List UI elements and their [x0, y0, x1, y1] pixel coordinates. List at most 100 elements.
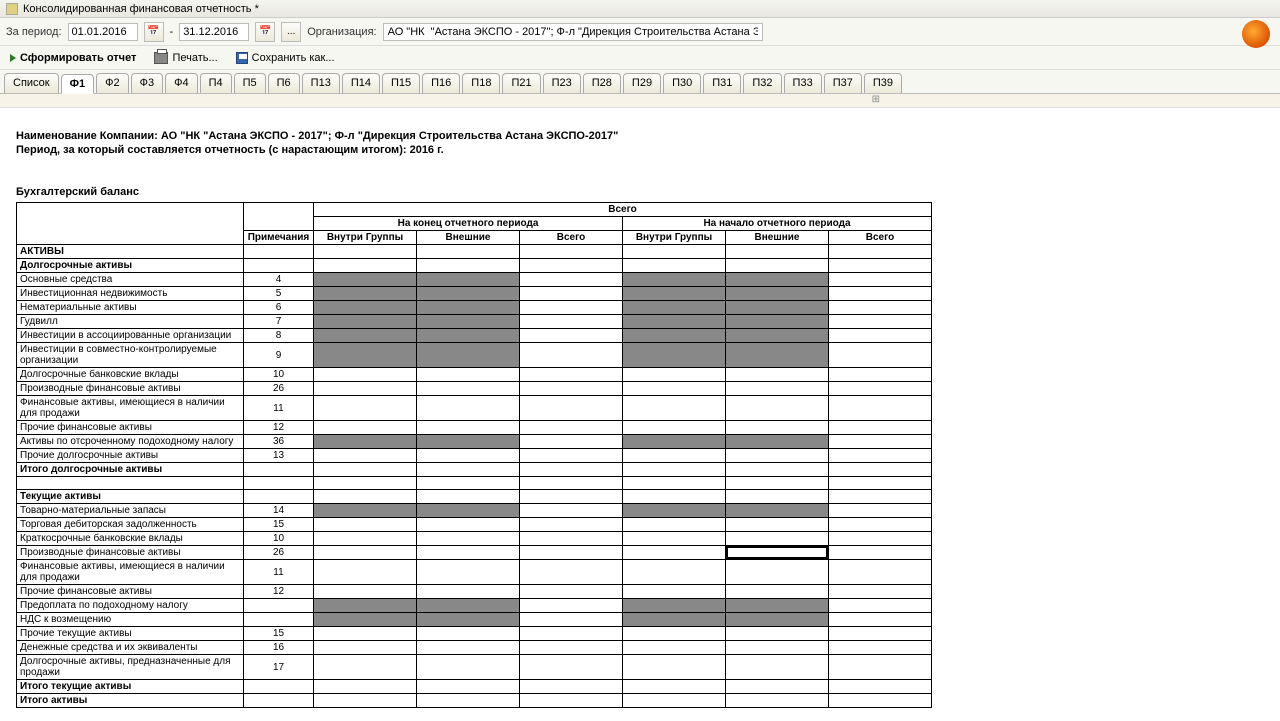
cell[interactable]: [623, 680, 726, 694]
cell[interactable]: [726, 273, 829, 287]
cell[interactable]: [314, 518, 417, 532]
cell[interactable]: [623, 449, 726, 463]
cell[interactable]: [520, 421, 623, 435]
cell[interactable]: [314, 613, 417, 627]
cell[interactable]: [829, 273, 932, 287]
tab-Ф4[interactable]: Ф4: [165, 73, 197, 93]
cell[interactable]: [314, 477, 417, 490]
cell[interactable]: [829, 599, 932, 613]
cell[interactable]: [829, 490, 932, 504]
cell[interactable]: [417, 421, 520, 435]
date-to-calendar-button[interactable]: 📅: [255, 22, 275, 42]
cell[interactable]: [829, 343, 932, 368]
tab-П13[interactable]: П13: [302, 73, 340, 93]
cell[interactable]: [829, 477, 932, 490]
cell[interactable]: [829, 301, 932, 315]
cell[interactable]: [623, 546, 726, 560]
cell[interactable]: [417, 382, 520, 396]
cell[interactable]: [520, 301, 623, 315]
cell[interactable]: [417, 368, 520, 382]
cell[interactable]: [520, 504, 623, 518]
cell[interactable]: [829, 641, 932, 655]
cell[interactable]: [314, 560, 417, 585]
cell[interactable]: [726, 463, 829, 477]
cell[interactable]: [726, 655, 829, 680]
cell[interactable]: [623, 421, 726, 435]
cell[interactable]: [314, 343, 417, 368]
cell[interactable]: [520, 259, 623, 273]
tab-Ф3[interactable]: Ф3: [131, 73, 163, 93]
cell[interactable]: [726, 599, 829, 613]
cell[interactable]: [726, 560, 829, 585]
cell[interactable]: [417, 546, 520, 560]
cell[interactable]: [726, 382, 829, 396]
cell[interactable]: [623, 560, 726, 585]
table-row[interactable]: Долгосрочные банковские вклады10: [17, 368, 932, 382]
cell[interactable]: [417, 329, 520, 343]
cell[interactable]: [829, 627, 932, 641]
cell[interactable]: [520, 613, 623, 627]
cell[interactable]: [726, 449, 829, 463]
cell[interactable]: [520, 273, 623, 287]
tab-П28[interactable]: П28: [583, 73, 621, 93]
cell[interactable]: [726, 368, 829, 382]
cell[interactable]: [829, 368, 932, 382]
cell[interactable]: [829, 245, 932, 259]
table-row[interactable]: Прочие текущие активы15: [17, 627, 932, 641]
cell[interactable]: [314, 449, 417, 463]
cell[interactable]: [520, 449, 623, 463]
cell[interactable]: [726, 694, 829, 708]
tab-П4[interactable]: П4: [200, 73, 232, 93]
cell[interactable]: [726, 343, 829, 368]
cell[interactable]: [417, 641, 520, 655]
tab-П21[interactable]: П21: [502, 73, 540, 93]
cell[interactable]: [520, 518, 623, 532]
cell[interactable]: [520, 477, 623, 490]
cell[interactable]: [726, 585, 829, 599]
cell[interactable]: [314, 315, 417, 329]
cell[interactable]: [520, 655, 623, 680]
cell[interactable]: [417, 655, 520, 680]
table-row[interactable]: АКТИВЫ: [17, 245, 932, 259]
table-row[interactable]: Прочие финансовые активы12: [17, 421, 932, 435]
cell[interactable]: [417, 680, 520, 694]
tab-Ф2[interactable]: Ф2: [96, 73, 128, 93]
cell[interactable]: [829, 546, 932, 560]
cell[interactable]: [417, 463, 520, 477]
cell[interactable]: [314, 532, 417, 546]
table-row[interactable]: Активы по отсроченному подоходному налог…: [17, 435, 932, 449]
cell[interactable]: [726, 301, 829, 315]
generate-report-button[interactable]: Сформировать отчет: [6, 50, 140, 66]
cell[interactable]: [417, 627, 520, 641]
period-more-button[interactable]: ...: [281, 22, 301, 42]
cell[interactable]: [314, 490, 417, 504]
cell[interactable]: [520, 463, 623, 477]
cell[interactable]: [417, 449, 520, 463]
table-row[interactable]: Долгосрочные активы, предназначенные для…: [17, 655, 932, 680]
cell[interactable]: [520, 329, 623, 343]
table-row[interactable]: Долгосрочные активы: [17, 259, 932, 273]
date-from-calendar-button[interactable]: 📅: [144, 22, 164, 42]
cell[interactable]: [623, 627, 726, 641]
cell[interactable]: [314, 585, 417, 599]
cell[interactable]: [726, 546, 829, 560]
cell[interactable]: [623, 655, 726, 680]
cell[interactable]: [314, 504, 417, 518]
cell[interactable]: [726, 627, 829, 641]
cell[interactable]: [623, 245, 726, 259]
cell[interactable]: [623, 259, 726, 273]
cell[interactable]: [726, 435, 829, 449]
table-row[interactable]: Производные финансовые активы26: [17, 546, 932, 560]
organization-input[interactable]: [383, 23, 763, 41]
cell[interactable]: [726, 680, 829, 694]
table-row[interactable]: Денежные средства и их эквиваленты16: [17, 641, 932, 655]
cell[interactable]: [520, 585, 623, 599]
cell[interactable]: [623, 329, 726, 343]
cell[interactable]: [726, 532, 829, 546]
cell[interactable]: [520, 546, 623, 560]
cell[interactable]: [314, 287, 417, 301]
tab-П29[interactable]: П29: [623, 73, 661, 93]
cell[interactable]: [829, 435, 932, 449]
save-as-button[interactable]: Сохранить как...: [232, 50, 339, 66]
cell[interactable]: [623, 287, 726, 301]
